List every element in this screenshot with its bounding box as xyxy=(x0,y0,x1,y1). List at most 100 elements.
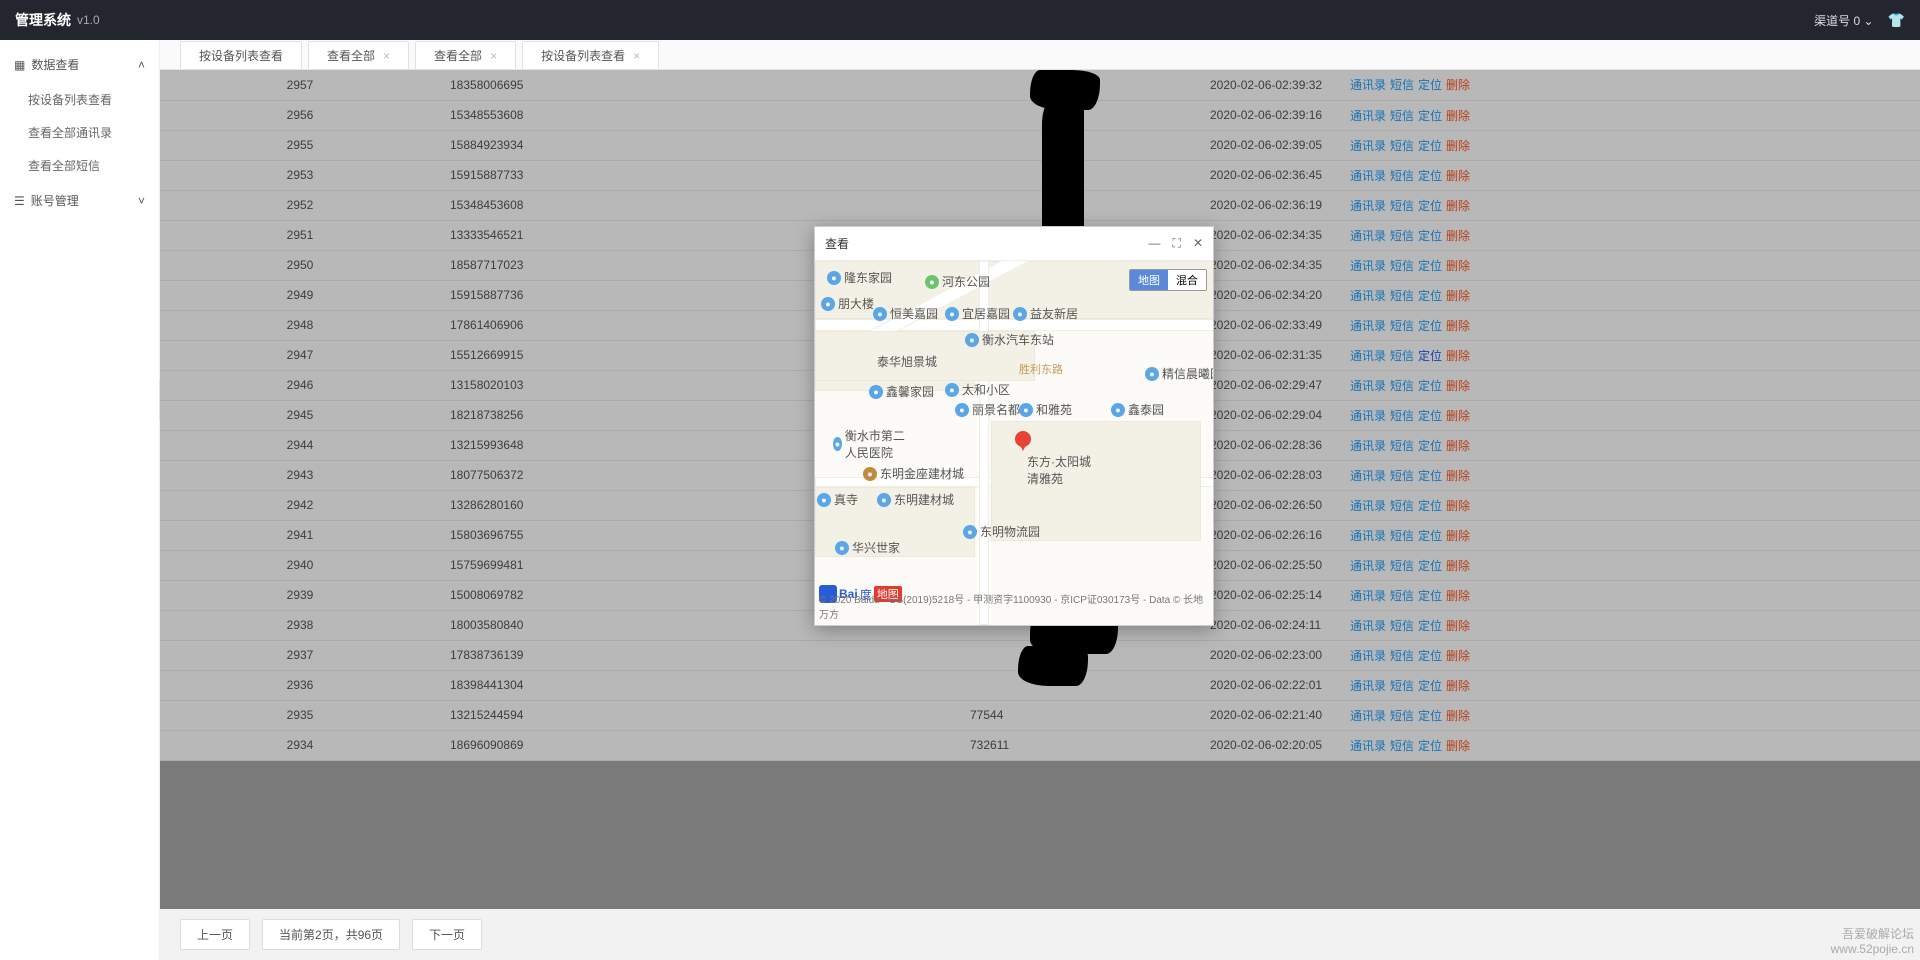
tab[interactable]: 按设备列表查看× xyxy=(522,41,659,69)
op-locate[interactable]: 定位 xyxy=(1418,229,1442,243)
op-locate[interactable]: 定位 xyxy=(1418,379,1442,393)
map-canvas[interactable]: 地图 混合 ●隆东家园●河东公园●朋大楼●恒美嘉园●宜居嘉园●益友新居●衡水汽车… xyxy=(815,261,1213,625)
op-sms[interactable]: 短信 xyxy=(1390,529,1414,543)
op-locate[interactable]: 定位 xyxy=(1418,529,1442,543)
maximize-icon[interactable]: ⛶ xyxy=(1173,236,1181,251)
op-delete[interactable]: 删除 xyxy=(1446,709,1470,723)
op-contacts[interactable]: 通讯录 xyxy=(1350,559,1386,573)
prev-page-button[interactable]: 上一页 xyxy=(180,919,250,950)
op-locate[interactable]: 定位 xyxy=(1418,169,1442,183)
op-contacts[interactable]: 通讯录 xyxy=(1350,499,1386,513)
op-sms[interactable]: 短信 xyxy=(1390,499,1414,513)
op-sms[interactable]: 短信 xyxy=(1390,649,1414,663)
op-delete[interactable]: 删除 xyxy=(1446,139,1470,153)
op-sms[interactable]: 短信 xyxy=(1390,259,1414,273)
op-delete[interactable]: 删除 xyxy=(1446,529,1470,543)
tshirt-icon[interactable]: 👕 xyxy=(1888,12,1905,29)
channel-selector[interactable]: 渠道号 0 ⌄ xyxy=(1814,12,1873,29)
op-contacts[interactable]: 通讯录 xyxy=(1350,679,1386,693)
op-contacts[interactable]: 通讯录 xyxy=(1350,109,1386,123)
op-contacts[interactable]: 通讯录 xyxy=(1350,78,1386,92)
sidebar-item[interactable]: 查看全部短信 xyxy=(0,149,159,182)
op-sms[interactable]: 短信 xyxy=(1390,409,1414,423)
op-delete[interactable]: 删除 xyxy=(1446,469,1470,483)
op-contacts[interactable]: 通讯录 xyxy=(1350,619,1386,633)
op-contacts[interactable]: 通讯录 xyxy=(1350,259,1386,273)
op-locate[interactable]: 定位 xyxy=(1418,199,1442,213)
op-delete[interactable]: 删除 xyxy=(1446,289,1470,303)
op-delete[interactable]: 删除 xyxy=(1446,559,1470,573)
op-delete[interactable]: 删除 xyxy=(1446,78,1470,92)
sidebar-item[interactable]: 查看全部通讯录 xyxy=(0,116,159,149)
op-sms[interactable]: 短信 xyxy=(1390,169,1414,183)
op-contacts[interactable]: 通讯录 xyxy=(1350,739,1386,753)
op-contacts[interactable]: 通讯录 xyxy=(1350,349,1386,363)
op-sms[interactable]: 短信 xyxy=(1390,349,1414,363)
op-locate[interactable]: 定位 xyxy=(1418,589,1442,603)
op-contacts[interactable]: 通讯录 xyxy=(1350,229,1386,243)
op-sms[interactable]: 短信 xyxy=(1390,709,1414,723)
op-sms[interactable]: 短信 xyxy=(1390,109,1414,123)
op-sms[interactable]: 短信 xyxy=(1390,229,1414,243)
op-locate[interactable]: 定位 xyxy=(1418,469,1442,483)
op-contacts[interactable]: 通讯录 xyxy=(1350,529,1386,543)
op-contacts[interactable]: 通讯录 xyxy=(1350,199,1386,213)
op-locate[interactable]: 定位 xyxy=(1418,349,1442,363)
op-locate[interactable]: 定位 xyxy=(1418,649,1442,663)
op-contacts[interactable]: 通讯录 xyxy=(1350,169,1386,183)
tab[interactable]: 按设备列表查看 xyxy=(180,41,302,69)
op-locate[interactable]: 定位 xyxy=(1418,499,1442,513)
op-delete[interactable]: 删除 xyxy=(1446,649,1470,663)
op-contacts[interactable]: 通讯录 xyxy=(1350,709,1386,723)
close-icon[interactable]: ✕ xyxy=(1193,236,1203,251)
op-contacts[interactable]: 通讯录 xyxy=(1350,139,1386,153)
op-delete[interactable]: 删除 xyxy=(1446,169,1470,183)
op-delete[interactable]: 删除 xyxy=(1446,739,1470,753)
op-sms[interactable]: 短信 xyxy=(1390,469,1414,483)
op-locate[interactable]: 定位 xyxy=(1418,259,1442,273)
op-contacts[interactable]: 通讯录 xyxy=(1350,319,1386,333)
op-delete[interactable]: 删除 xyxy=(1446,229,1470,243)
map-layer-hybrid[interactable]: 混合 xyxy=(1168,270,1206,290)
op-delete[interactable]: 删除 xyxy=(1446,589,1470,603)
tab[interactable]: 查看全部× xyxy=(415,41,516,69)
op-delete[interactable]: 删除 xyxy=(1446,379,1470,393)
op-sms[interactable]: 短信 xyxy=(1390,139,1414,153)
op-locate[interactable]: 定位 xyxy=(1418,319,1442,333)
op-contacts[interactable]: 通讯录 xyxy=(1350,589,1386,603)
op-sms[interactable]: 短信 xyxy=(1390,739,1414,753)
next-page-button[interactable]: 下一页 xyxy=(412,919,482,950)
op-locate[interactable]: 定位 xyxy=(1418,78,1442,92)
op-locate[interactable]: 定位 xyxy=(1418,709,1442,723)
op-sms[interactable]: 短信 xyxy=(1390,319,1414,333)
op-sms[interactable]: 短信 xyxy=(1390,199,1414,213)
op-delete[interactable]: 删除 xyxy=(1446,619,1470,633)
op-locate[interactable]: 定位 xyxy=(1418,679,1442,693)
op-contacts[interactable]: 通讯录 xyxy=(1350,469,1386,483)
menu-group[interactable]: ☰账号管理˅ xyxy=(0,182,159,219)
op-sms[interactable]: 短信 xyxy=(1390,439,1414,453)
map-layer-map[interactable]: 地图 xyxy=(1130,270,1168,290)
op-sms[interactable]: 短信 xyxy=(1390,289,1414,303)
tab[interactable]: 查看全部× xyxy=(308,41,409,69)
tab-close-icon[interactable]: × xyxy=(633,49,640,63)
op-delete[interactable]: 删除 xyxy=(1446,349,1470,363)
op-delete[interactable]: 删除 xyxy=(1446,109,1470,123)
menu-group[interactable]: ▦数据查看˄ xyxy=(0,46,159,83)
op-locate[interactable]: 定位 xyxy=(1418,139,1442,153)
op-delete[interactable]: 删除 xyxy=(1446,679,1470,693)
op-delete[interactable]: 删除 xyxy=(1446,439,1470,453)
op-delete[interactable]: 删除 xyxy=(1446,319,1470,333)
op-sms[interactable]: 短信 xyxy=(1390,559,1414,573)
op-locate[interactable]: 定位 xyxy=(1418,289,1442,303)
op-delete[interactable]: 删除 xyxy=(1446,199,1470,213)
op-delete[interactable]: 删除 xyxy=(1446,259,1470,273)
op-contacts[interactable]: 通讯录 xyxy=(1350,649,1386,663)
op-sms[interactable]: 短信 xyxy=(1390,379,1414,393)
op-contacts[interactable]: 通讯录 xyxy=(1350,379,1386,393)
tab-close-icon[interactable]: × xyxy=(490,49,497,63)
op-sms[interactable]: 短信 xyxy=(1390,679,1414,693)
op-locate[interactable]: 定位 xyxy=(1418,619,1442,633)
op-delete[interactable]: 删除 xyxy=(1446,499,1470,513)
op-contacts[interactable]: 通讯录 xyxy=(1350,289,1386,303)
